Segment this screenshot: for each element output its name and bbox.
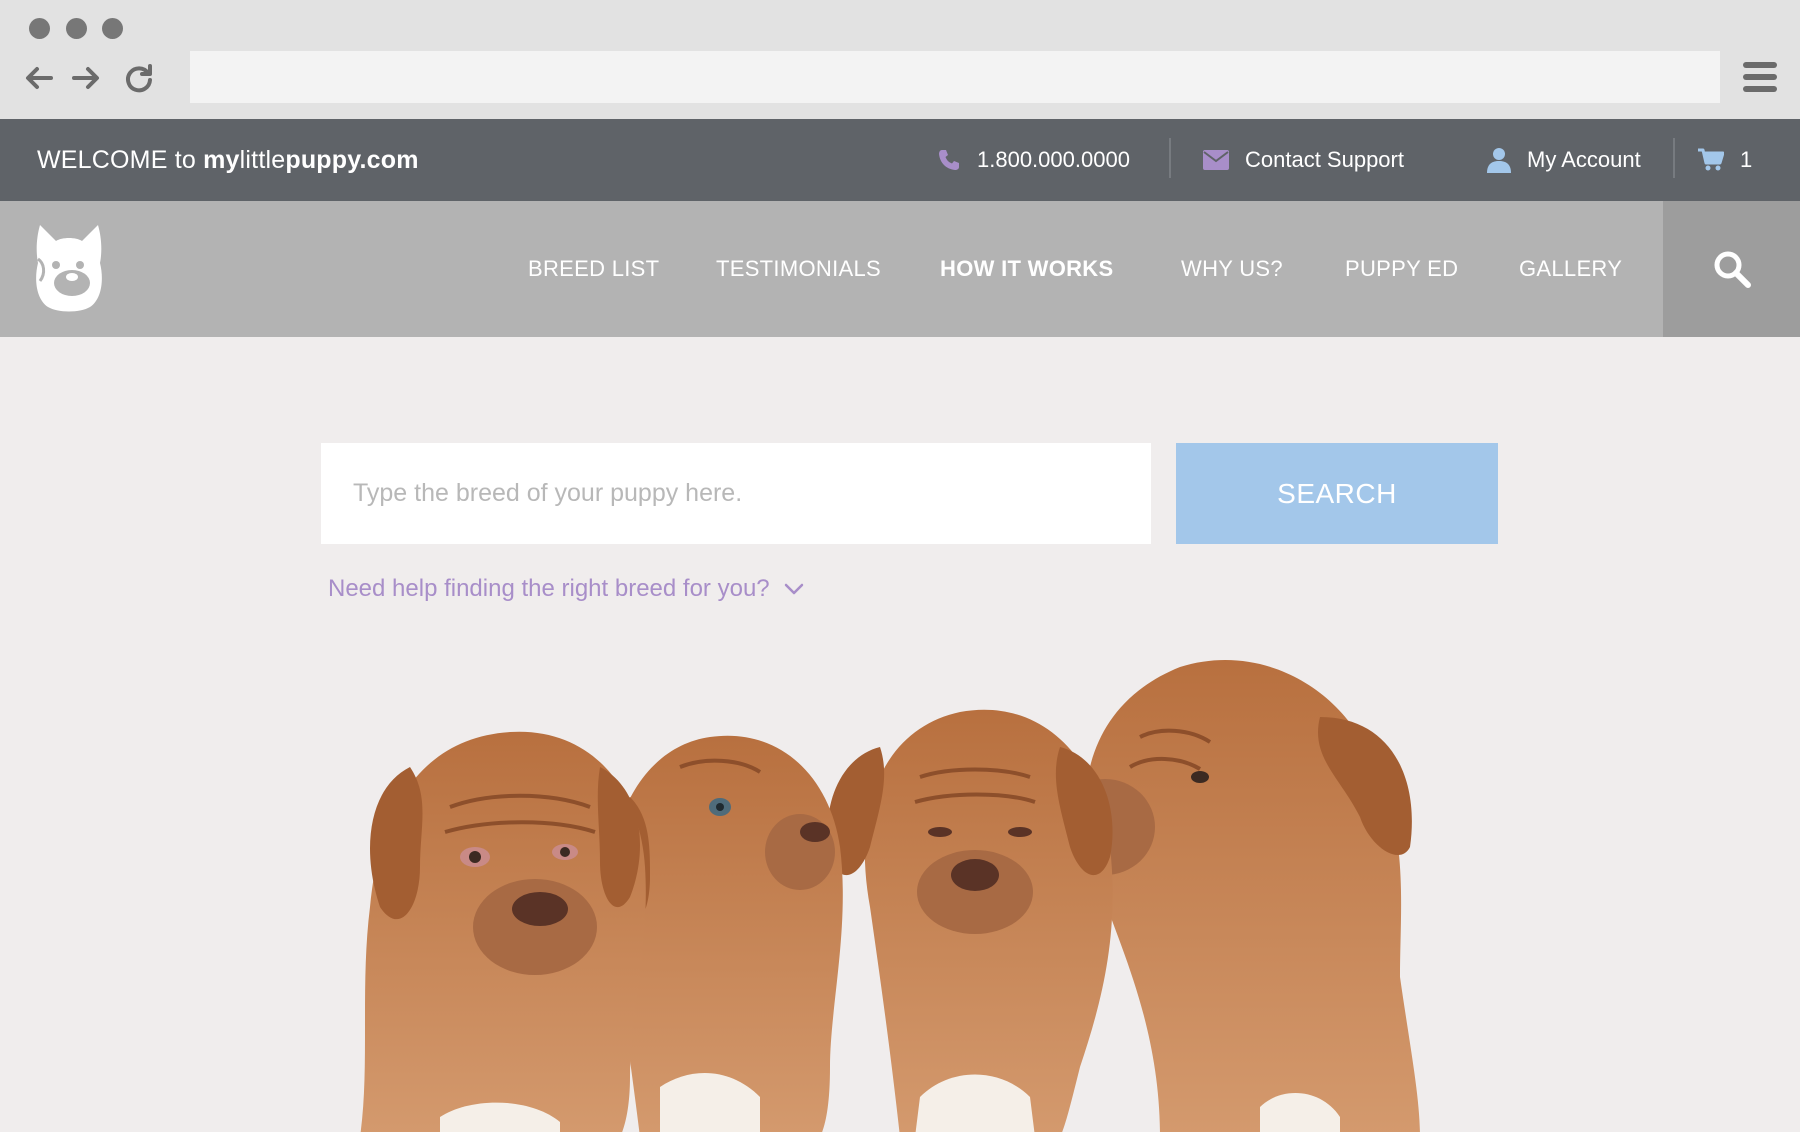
my-account-link[interactable]: My Account (1487, 119, 1641, 201)
nav-breed-list[interactable]: BREED LIST (528, 201, 659, 337)
user-icon (1487, 148, 1511, 173)
chevron-down-icon (784, 583, 803, 595)
cart-count: 1 (1740, 147, 1753, 172)
hamburger-menu-icon (1743, 62, 1777, 68)
breed-search-input[interactable] (321, 443, 1151, 544)
phone-icon (939, 150, 959, 170)
window-close-dot[interactable] (29, 18, 50, 39)
top-info-bar: WELCOME to mylittlepuppy.com 1.800.000.0… (0, 119, 1800, 201)
domain-little: little (239, 146, 286, 174)
back-button[interactable] (23, 62, 55, 94)
phone-link[interactable]: 1.800.000.0000 (937, 119, 1130, 201)
dog-logo-icon[interactable] (34, 219, 104, 313)
domain-puppy: puppy.com (285, 146, 419, 174)
divider (1673, 138, 1675, 178)
browser-chrome (0, 0, 1800, 119)
search-icon (1714, 251, 1751, 288)
hero-puppies-image (360, 660, 1420, 1132)
domain-my: my (203, 146, 240, 174)
window-minimize-dot[interactable] (66, 18, 87, 39)
nav-testimonials[interactable]: TESTIMONIALS (716, 201, 881, 337)
divider (1169, 138, 1171, 178)
main-navigation: BREED LIST TESTIMONIALS HOW IT WORKS WHY… (0, 201, 1800, 337)
address-bar[interactable] (190, 51, 1720, 103)
phone-number: 1.800.000.0000 (977, 147, 1130, 172)
browser-menu-button[interactable] (1743, 60, 1777, 94)
reload-icon (126, 64, 152, 93)
welcome-message: WELCOME to mylittlepuppy.com (37, 146, 419, 174)
window-maximize-dot[interactable] (102, 18, 123, 39)
puppy-1 (360, 731, 646, 1132)
puppy-3 (827, 709, 1113, 1132)
nav-search-button[interactable] (1663, 201, 1800, 337)
arrow-left-icon (26, 67, 53, 89)
search-button[interactable]: SEARCH (1176, 443, 1498, 544)
nav-why-us[interactable]: WHY US? (1181, 201, 1283, 337)
nav-how-it-works[interactable]: HOW IT WORKS (940, 201, 1113, 337)
breed-help-link[interactable]: Need help finding the right breed for yo… (328, 575, 804, 603)
forward-button[interactable] (70, 62, 102, 94)
breed-help-text: Need help finding the right breed for yo… (328, 575, 770, 602)
contact-support-link[interactable]: Contact Support (1203, 119, 1404, 201)
reload-button[interactable] (123, 62, 155, 94)
main-content: SEARCH Need help finding the right breed… (0, 337, 1800, 1132)
contact-support-label: Contact Support (1245, 147, 1404, 172)
nav-puppy-ed[interactable]: PUPPY ED (1345, 201, 1458, 337)
cart-link[interactable]: 1 (1698, 119, 1752, 201)
arrow-right-icon (72, 67, 99, 89)
shopping-cart-icon (1698, 148, 1724, 171)
envelope-icon (1203, 150, 1229, 170)
my-account-label: My Account (1527, 147, 1641, 172)
nav-gallery[interactable]: GALLERY (1519, 201, 1622, 337)
